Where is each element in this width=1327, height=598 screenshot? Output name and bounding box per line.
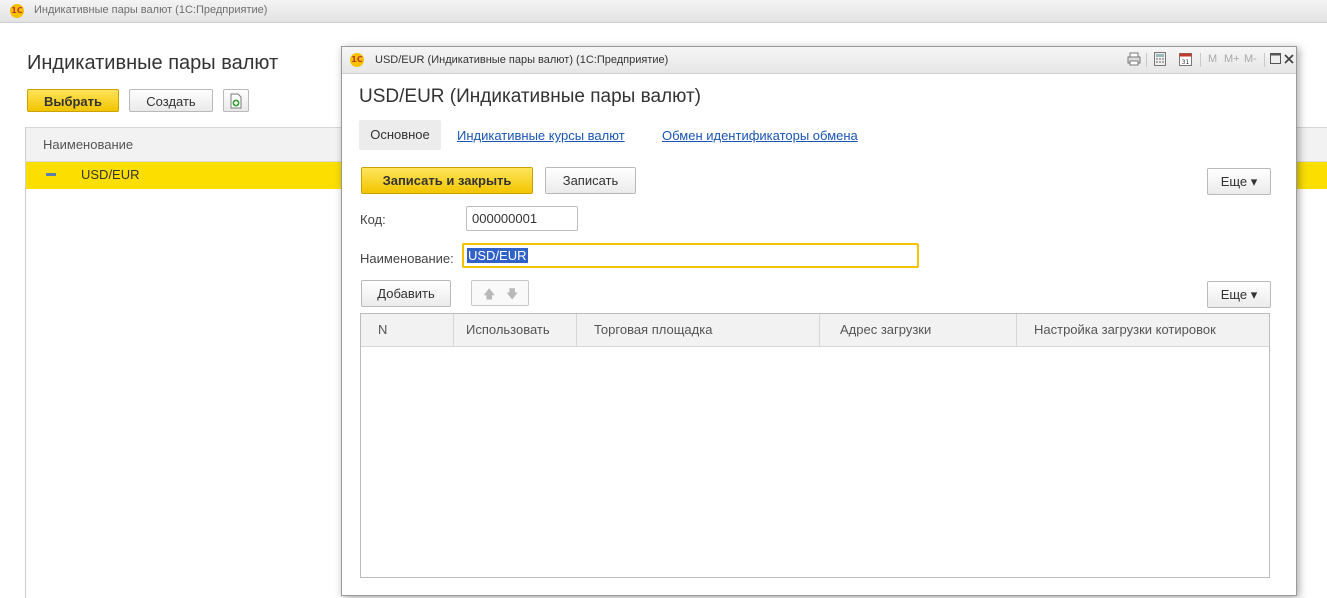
tab-main[interactable]: Основное [359,120,441,150]
memory-minus-button[interactable]: M- [1244,53,1257,65]
name-field-value: USD/EUR [467,248,528,263]
1c-logo-icon: 1С [350,53,364,67]
name-field[interactable]: USD/EUR [462,243,919,268]
select-button[interactable]: Выбрать [27,89,119,112]
memory-plus-button[interactable]: M+ [1224,53,1240,65]
document-add-icon [230,93,242,109]
table-header: N Использовать Торговая площадка Адрес з… [361,314,1269,347]
tab-exchange-identifiers[interactable]: Обмен идентификаторы обмена [662,128,858,143]
dialog-heading: USD/EUR (Индикативные пары валют) [359,86,701,107]
dialog-titlebar: 1С USD/EUR (Индикативные пары валют) (1С… [342,47,1296,74]
row-marker-icon [46,173,56,176]
move-buttons-group: 🡅 🡇 [471,280,529,306]
calculator-icon[interactable] [1152,52,1168,68]
calendar-icon[interactable]: 31 [1177,52,1193,68]
1c-logo-icon: 1С [10,4,24,18]
column-load-address[interactable]: Адрес загрузки [820,314,1017,346]
print-icon[interactable] [1126,52,1142,68]
column-use[interactable]: Использовать [454,314,577,346]
name-label: Наименование: [360,251,454,266]
close-icon[interactable] [1281,52,1297,68]
column-name-label: Наименование [43,137,134,152]
main-titlebar: 1С Индикативные пары валют (1С:Предприят… [0,0,1327,23]
arrow-down-icon[interactable]: 🡇 [506,285,518,306]
column-n[interactable]: N [361,314,454,346]
dialog-window-title: USD/EUR (Индикативные пары валют) (1С:Пр… [375,54,669,66]
list-row-name: USD/EUR [81,167,140,182]
main-window-title: Индикативные пары валют (1С:Предприятие) [34,4,268,16]
settings-table: N Использовать Торговая площадка Адрес з… [360,313,1270,578]
add-row-button[interactable]: Добавить [361,280,451,307]
tab-indicative-rates[interactable]: Индикативные курсы валют [457,128,625,143]
column-quote-settings[interactable]: Настройка загрузки котировок [1017,314,1269,346]
more-button[interactable]: Еще ▾ [1207,168,1271,195]
save-button[interactable]: Записать [545,167,636,194]
table-more-button[interactable]: Еще ▾ [1207,281,1271,308]
create-button[interactable]: Создать [129,89,213,112]
code-label: Код: [360,212,386,227]
page-title: Индикативные пары валют [27,52,279,74]
item-form-dialog: 1С USD/EUR (Индикативные пары валют) (1С… [341,46,1297,596]
column-trading-platform[interactable]: Торговая площадка [577,314,820,346]
arrow-up-icon[interactable]: 🡅 [483,285,495,306]
save-and-close-button[interactable]: Записать и закрыть [361,167,533,194]
code-field[interactable]: 000000001 [466,206,578,231]
svg-text:31: 31 [1181,59,1189,66]
memory-button[interactable]: M [1208,53,1217,65]
add-document-button[interactable] [223,89,249,112]
